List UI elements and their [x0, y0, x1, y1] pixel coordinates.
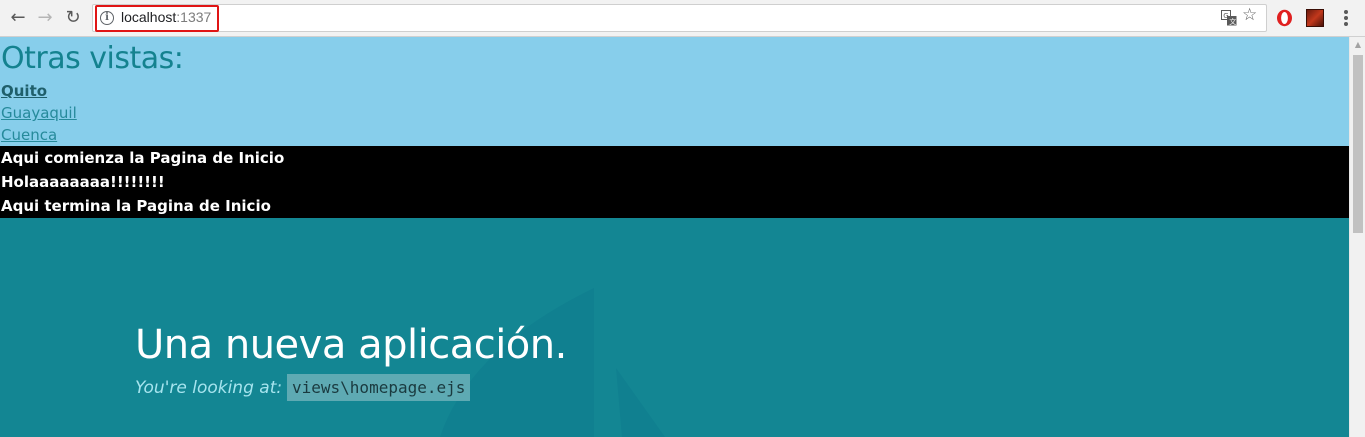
reload-icon[interactable]: ↻: [61, 6, 85, 30]
nav-link-quito[interactable]: Quito: [1, 81, 47, 101]
hero-section: Una nueva aplicación. You're looking at:…: [0, 218, 1349, 437]
home-start-text: Aqui comienza la Pagina de Inicio: [1, 149, 285, 167]
browser-toolbar: ← → ↻ i localhost:1337 G 文 ☆: [0, 0, 1365, 37]
home-end-text: Aqui termina la Pagina de Inicio: [1, 197, 271, 215]
nav-link-cuenca[interactable]: Cuenca: [1, 125, 57, 145]
hero-subtitle: You're looking at:: [135, 378, 283, 398]
view-path-code: views\homepage.ejs: [287, 374, 471, 401]
star-icon[interactable]: ☆: [1242, 7, 1257, 24]
other-views-nav: Otras vistas: Quito Guayaquil Cuenca: [0, 37, 1349, 146]
game-extension-icon[interactable]: [1306, 9, 1324, 27]
home-greeting-text: Holaaaaaaaa!!!!!!!!: [1, 173, 165, 191]
home-content: Aqui comienza la Pagina de Inicio Holaaa…: [0, 146, 1349, 218]
url-field[interactable]: localhost:1337: [121, 9, 211, 25]
url-port: :1337: [176, 9, 212, 25]
menu-icon[interactable]: [1344, 10, 1348, 26]
forward-arrow-icon[interactable]: →: [33, 6, 57, 30]
svg-text:文: 文: [1229, 17, 1236, 26]
scroll-up-arrow-icon[interactable]: ▲: [1350, 39, 1365, 51]
back-arrow-icon[interactable]: ←: [6, 6, 30, 30]
hero-title: Una nueva aplicación.: [135, 322, 567, 368]
vertical-scrollbar[interactable]: ▲: [1349, 37, 1365, 437]
url-host: localhost: [121, 9, 177, 25]
address-bar[interactable]: [92, 4, 1267, 32]
nav-heading: Otras vistas:: [1, 41, 184, 76]
info-icon[interactable]: i: [100, 11, 114, 25]
page-viewport: Otras vistas: Quito Guayaquil Cuenca Aqu…: [0, 37, 1349, 437]
opera-extension-icon[interactable]: [1276, 9, 1293, 27]
svg-text:G: G: [1223, 12, 1228, 20]
nav-link-guayaquil[interactable]: Guayaquil: [1, 103, 77, 123]
translate-icon[interactable]: G 文: [1221, 10, 1237, 26]
scroll-thumb[interactable]: [1353, 55, 1363, 233]
